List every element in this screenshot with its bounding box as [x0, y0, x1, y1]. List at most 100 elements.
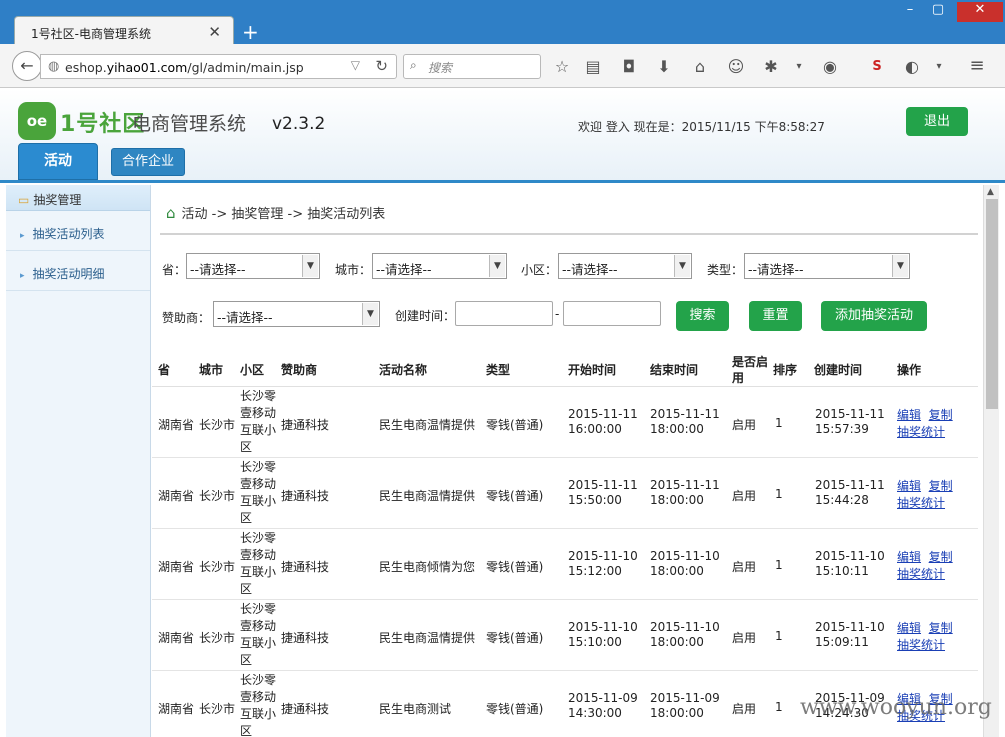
end-date: 2015-11-09	[650, 691, 720, 705]
sidebar-item-lottery-detail[interactable]: ▸ 抽奖活动明细	[6, 251, 150, 291]
tab-title: 1号社区-电商管理系统	[31, 27, 151, 41]
lottery-stats-link[interactable]: 抽奖统计	[897, 425, 945, 439]
new-tab-icon[interactable]: +	[242, 20, 259, 44]
pocket-icon[interactable]: ◘	[618, 57, 640, 76]
sidebar-header[interactable]: ▭ 抽奖管理	[6, 185, 150, 211]
chat-icon[interactable]: ☺	[725, 57, 747, 76]
sponsor-label: 赞助商：	[162, 311, 211, 325]
cell-start-time: 2015-11-11 15:50:00	[568, 478, 638, 508]
back-arrow-icon[interactable]: ←	[12, 51, 42, 81]
sidebar-item-label: 抽奖活动列表	[32, 227, 105, 241]
select-value: --请选择--	[190, 262, 246, 277]
addon-icon[interactable]: ◉	[819, 57, 841, 76]
end-clock: 18:00:00	[650, 564, 704, 578]
start-clock: 15:12:00	[568, 564, 622, 578]
col-end-time: 结束时间	[650, 363, 699, 377]
search-button[interactable]: 搜索	[676, 301, 729, 331]
community-select[interactable]: --请选择-- ▼	[558, 253, 692, 279]
cell-sponsor: 捷通科技	[281, 631, 330, 645]
ghost-icon[interactable]: ◐	[901, 57, 923, 76]
select-value: --请选择--	[376, 262, 432, 277]
copy-link[interactable]: 复制	[929, 621, 953, 635]
cell-type: 零钱(普通)	[486, 418, 544, 432]
dropdown-arrow-icon[interactable]: ▽	[351, 58, 360, 72]
menu-icon[interactable]: ≡	[966, 55, 988, 76]
scroll-thumb[interactable]	[986, 199, 998, 409]
copy-link[interactable]: 复制	[929, 550, 953, 564]
main-content: ⌂ 活动 -> 抽奖管理 -> 抽奖活动列表 省： --请选择-- ▼ 城市： --…	[152, 185, 983, 737]
table-row: 湖南省 长沙市 长沙零壹移动互联小区 捷通科技 民生电商温情提供 零钱(普通) 2015-1…	[152, 600, 978, 671]
edit-link[interactable]: 编辑	[897, 408, 921, 422]
cell-community: 长沙零壹移动互联小区	[240, 531, 277, 596]
cell-end-time: 2015-11-10 18:00:00	[650, 620, 720, 650]
city-select[interactable]: --请选择-- ▼	[372, 253, 507, 279]
cell-sponsor: 捷通科技	[281, 702, 330, 716]
logout-button[interactable]: 退出	[906, 107, 968, 136]
close-window-icon[interactable]: ✕	[957, 2, 1003, 22]
brand-logo-icon: oe	[18, 102, 56, 140]
sponsor-select[interactable]: --请选择-- ▼	[213, 301, 380, 327]
created-date: 2015-11-10	[815, 549, 885, 563]
tab-activity[interactable]: 活动	[18, 143, 98, 180]
type-select[interactable]: --请选择-- ▼	[744, 253, 910, 279]
extension-dropdown-icon[interactable]: ▾	[788, 61, 810, 72]
col-created-time: 创建时间	[814, 363, 863, 377]
ghost-dropdown-icon[interactable]: ▾	[928, 61, 950, 72]
cell-activity-name: 民生电商倾情为您	[379, 560, 476, 574]
edit-link[interactable]: 编辑	[897, 479, 921, 493]
reading-list-icon[interactable]: ▤	[582, 57, 604, 76]
col-type: 类型	[486, 363, 511, 377]
cell-city: 长沙市	[199, 489, 236, 503]
search-icon: ⌕	[410, 58, 417, 72]
lottery-stats-link[interactable]: 抽奖统计	[897, 638, 945, 652]
cell-start-time: 2015-11-10 15:12:00	[568, 549, 638, 579]
scroll-up-icon[interactable]: ▲	[987, 187, 994, 197]
cell-community: 长沙零壹移动互联小区	[240, 389, 277, 454]
cell-city: 长沙市	[199, 631, 236, 645]
maximize-icon[interactable]: ▢	[925, 2, 951, 22]
browser-tab[interactable]: 1号社区-电商管理系统 ✕	[14, 16, 234, 46]
table-header: 省 城市 小区 赞助商 活动名称 类型 开始时间 结束时间 是否启用 排序 创建…	[152, 353, 978, 387]
cell-activity-name: 民生电商温情提供	[379, 631, 476, 645]
cell-community: 长沙零壹移动互联小区	[240, 602, 277, 667]
lottery-stats-link[interactable]: 抽奖统计	[897, 567, 945, 581]
page-scrollbar[interactable]: ▲	[983, 185, 999, 737]
url-bar[interactable]: ◍ eshop.yihao01.com/gl/admin/main.jsp ▽ …	[40, 54, 397, 79]
created-end-input[interactable]	[563, 301, 661, 326]
reload-icon[interactable]: ↻	[375, 57, 388, 75]
copy-link[interactable]: 复制	[929, 408, 953, 422]
copy-link[interactable]: 复制	[929, 479, 953, 493]
cell-enabled: 启用	[732, 560, 757, 574]
sidebar-item-label: 抽奖活动明细	[32, 267, 105, 281]
cell-end-time: 2015-11-11 18:00:00	[650, 478, 720, 508]
created-time-label: 创建时间：	[395, 309, 456, 323]
cell-sponsor: 捷通科技	[281, 418, 330, 432]
edit-link[interactable]: 编辑	[897, 550, 921, 564]
end-clock: 18:00:00	[650, 706, 704, 720]
sidebar-item-lottery-list[interactable]: ▸ 抽奖活动列表	[6, 211, 150, 251]
reset-button[interactable]: 重置	[749, 301, 802, 331]
si-addon-icon[interactable]: S	[866, 59, 888, 74]
download-icon[interactable]: ⬇	[653, 57, 675, 76]
lottery-stats-link[interactable]: 抽奖统计	[897, 496, 945, 510]
extension-icon[interactable]: ✱	[760, 57, 782, 76]
version-label: v2.3.2	[272, 114, 326, 134]
url-prefix: eshop.	[65, 60, 107, 75]
home-icon[interactable]: ⌂	[689, 57, 711, 76]
add-lottery-button[interactable]: 添加抽奖活动	[821, 301, 927, 331]
type-label: 类型：	[707, 263, 744, 277]
col-community: 小区	[240, 363, 265, 377]
cell-province: 湖南省	[158, 702, 195, 716]
home-icon[interactable]: ⌂	[166, 204, 176, 222]
url-domain: yihao01.com	[106, 60, 188, 75]
tab-partners[interactable]: 合作企业	[111, 148, 185, 176]
close-tab-icon[interactable]: ✕	[208, 23, 221, 41]
browser-search-box[interactable]: ⌕ 搜索	[403, 54, 541, 79]
cell-enabled: 启用	[732, 631, 757, 645]
bookmark-star-icon[interactable]: ☆	[551, 57, 573, 76]
created-start-input[interactable]	[455, 301, 553, 326]
province-select[interactable]: --请选择-- ▼	[186, 253, 320, 279]
start-date: 2015-11-11	[568, 478, 638, 492]
edit-link[interactable]: 编辑	[897, 621, 921, 635]
minimize-icon[interactable]: –	[897, 2, 923, 22]
